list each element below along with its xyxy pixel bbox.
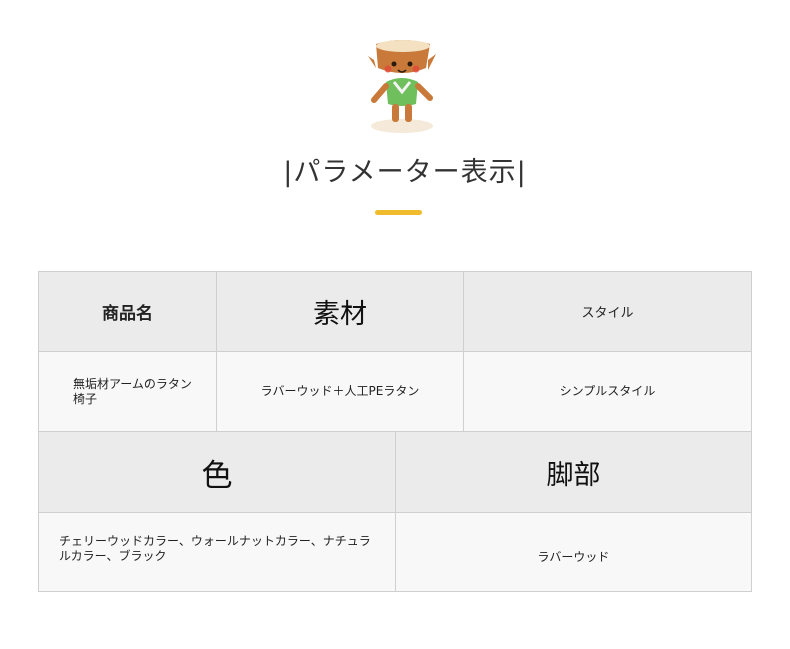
value-material: ラバーウッド＋人工PEラタン: [216, 351, 464, 432]
value-color: チェリーウッドカラー、ウォールナットカラー、ナチュラルカラー、ブラック: [38, 512, 396, 592]
title-underline: [375, 210, 422, 215]
header-color: 色: [38, 431, 396, 513]
header-material: 素材: [216, 271, 464, 352]
tree-stump-mascot-icon: [368, 40, 436, 133]
header-legs: 脚部: [395, 431, 752, 513]
page-title: |パラメーター表示|: [283, 157, 527, 188]
value-style: シンプルスタイル: [463, 351, 752, 432]
header-product-name: 商品名: [38, 271, 217, 352]
value-product-name: 無垢材アームのラタン椅子: [38, 351, 217, 432]
header-style: スタイル: [463, 271, 752, 352]
value-legs: ラバーウッド: [395, 512, 752, 592]
